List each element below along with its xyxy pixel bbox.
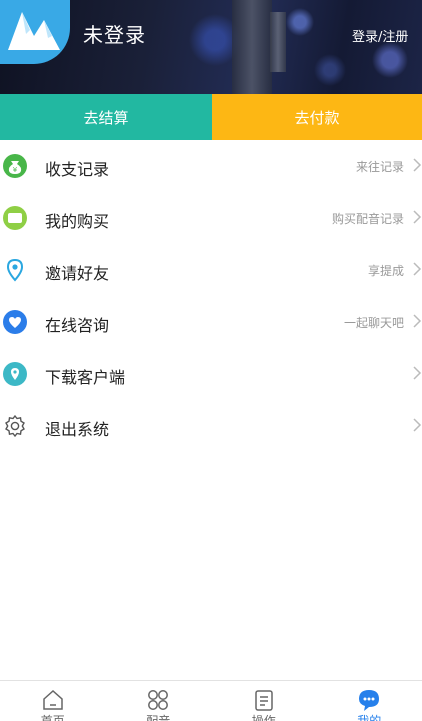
menu-item-online-consult[interactable]: 在线咨询 一起聊天吧 bbox=[0, 296, 422, 348]
location-pin-icon bbox=[6, 258, 24, 282]
tab-label: 操作 bbox=[251, 714, 276, 721]
download-pin-icon bbox=[3, 362, 27, 386]
bottom-tab-bar: 首页 配音 操作 我的 bbox=[0, 680, 422, 721]
heart-icon bbox=[3, 310, 27, 334]
profile-header: 未登录 登录/注册 bbox=[0, 0, 422, 94]
tab-label: 我的 bbox=[357, 714, 382, 721]
menu-item-download-client[interactable]: 下载客户端 bbox=[0, 348, 422, 400]
tab-label: 首页 bbox=[40, 714, 65, 721]
gear-icon bbox=[5, 414, 25, 438]
menu-item-label: 退出系统 bbox=[45, 420, 110, 439]
app-logo-icon bbox=[8, 12, 60, 50]
menu-item-hint: 一起聊天吧 bbox=[343, 316, 404, 330]
menu-item-label: 我的购买 bbox=[45, 212, 110, 231]
header-background-decoration bbox=[232, 0, 272, 94]
menu-item-label: 在线咨询 bbox=[45, 316, 110, 335]
menu-item-income-records[interactable]: ¥ 收支记录 来往记录 bbox=[0, 140, 422, 192]
profile-page: 未登录 登录/注册 去结算 去付款 ¥ 收支记录 来往记录 我的购买 购买配音记… bbox=[0, 0, 422, 721]
login-register-link[interactable]: 登录/注册 bbox=[352, 26, 422, 45]
chat-bubble-icon bbox=[359, 690, 380, 711]
tab-mine[interactable]: 我的 bbox=[317, 681, 422, 721]
chevron-right-icon bbox=[413, 210, 422, 224]
menu-item-hint: 享提成 bbox=[367, 264, 404, 278]
chevron-right-icon bbox=[413, 262, 422, 276]
menu-item-label: 下载客户端 bbox=[45, 368, 126, 387]
chevron-right-icon bbox=[413, 314, 422, 328]
tab-label: 配音 bbox=[146, 714, 171, 721]
action-buttons: 去结算 去付款 bbox=[0, 94, 422, 140]
menu-item-label: 收支记录 bbox=[45, 160, 110, 179]
home-icon bbox=[43, 689, 63, 710]
header-background-decoration-2 bbox=[270, 12, 286, 72]
username-text: 未登录 bbox=[83, 23, 146, 47]
svg-text:¥: ¥ bbox=[13, 166, 18, 174]
checkout-button[interactable]: 去结算 bbox=[0, 94, 212, 140]
card-icon bbox=[3, 206, 27, 230]
menu-item-invite-friends[interactable]: 邀请好友 享提成 bbox=[0, 244, 422, 296]
menu-item-hint: 来往记录 bbox=[355, 160, 404, 174]
avatar[interactable] bbox=[0, 0, 70, 64]
pay-button[interactable]: 去付款 bbox=[212, 94, 422, 140]
clipboard-icon bbox=[255, 690, 273, 711]
grid-icon bbox=[148, 690, 169, 710]
chevron-right-icon bbox=[413, 418, 422, 432]
tab-dubbing[interactable]: 配音 bbox=[106, 681, 212, 721]
menu-list: ¥ 收支记录 来往记录 我的购买 购买配音记录 邀请好友 享提成 在线咨询 一起… bbox=[0, 140, 422, 452]
tab-operation[interactable]: 操作 bbox=[211, 681, 317, 721]
menu-item-my-purchases[interactable]: 我的购买 购买配音记录 bbox=[0, 192, 422, 244]
chevron-right-icon bbox=[413, 366, 422, 380]
tab-home[interactable]: 首页 bbox=[0, 681, 106, 721]
chevron-right-icon bbox=[413, 158, 422, 172]
menu-item-hint: 购买配音记录 bbox=[331, 212, 404, 226]
menu-item-logout[interactable]: 退出系统 bbox=[0, 400, 422, 452]
money-bag-icon: ¥ bbox=[3, 154, 27, 178]
menu-item-label: 邀请好友 bbox=[45, 264, 110, 283]
